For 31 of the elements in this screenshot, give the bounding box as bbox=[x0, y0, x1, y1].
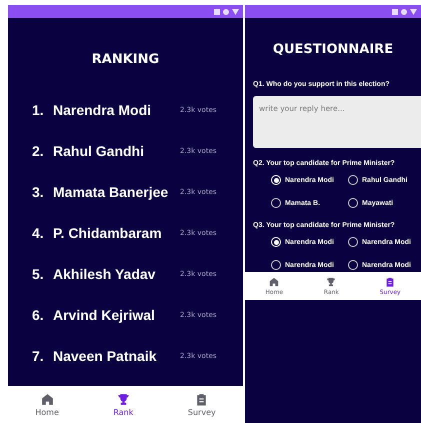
rank-number: 4. bbox=[32, 224, 45, 240]
candidate-name: Arvind Kejriwal bbox=[53, 306, 156, 322]
candidate-name: Naveen Patnaik bbox=[53, 348, 158, 364]
candidate-name: Narendra Modi bbox=[53, 102, 152, 118]
nav-tab[interactable]: Home bbox=[31, 392, 63, 416]
rank-number: 3. bbox=[32, 184, 45, 200]
trophy-icon bbox=[326, 276, 336, 286]
triangle-icon bbox=[232, 8, 239, 14]
triangle-icon bbox=[410, 8, 417, 14]
circle-icon bbox=[401, 8, 407, 14]
circle-icon bbox=[223, 8, 229, 14]
nav-tab[interactable]: Rank bbox=[109, 392, 138, 416]
candidate-name: Mamata Banerjee bbox=[53, 184, 170, 200]
clipboard-icon bbox=[385, 276, 396, 286]
rank-number: 6. bbox=[32, 306, 45, 322]
square-icon bbox=[214, 8, 220, 14]
candidate-name: P. Chidambaram bbox=[53, 224, 163, 240]
rank-number: 2. bbox=[32, 142, 45, 158]
rank-number: 7. bbox=[32, 348, 45, 364]
home-icon bbox=[40, 392, 54, 406]
clipboard-icon bbox=[195, 392, 208, 406]
square-icon bbox=[392, 8, 398, 14]
rank-number: 1. bbox=[32, 102, 45, 118]
trophy-icon bbox=[116, 392, 130, 406]
candidate-name: Rahul Gandhi bbox=[53, 142, 145, 158]
screen-title: RANKING bbox=[90, 51, 160, 69]
nav-tab[interactable]: Survey bbox=[184, 392, 220, 416]
home-icon bbox=[269, 276, 280, 286]
rank-number: 5. bbox=[32, 266, 45, 282]
screen-title: QUESTIONNAIRE bbox=[272, 41, 394, 59]
candidate-name: Akhilesh Yadav bbox=[53, 266, 156, 282]
